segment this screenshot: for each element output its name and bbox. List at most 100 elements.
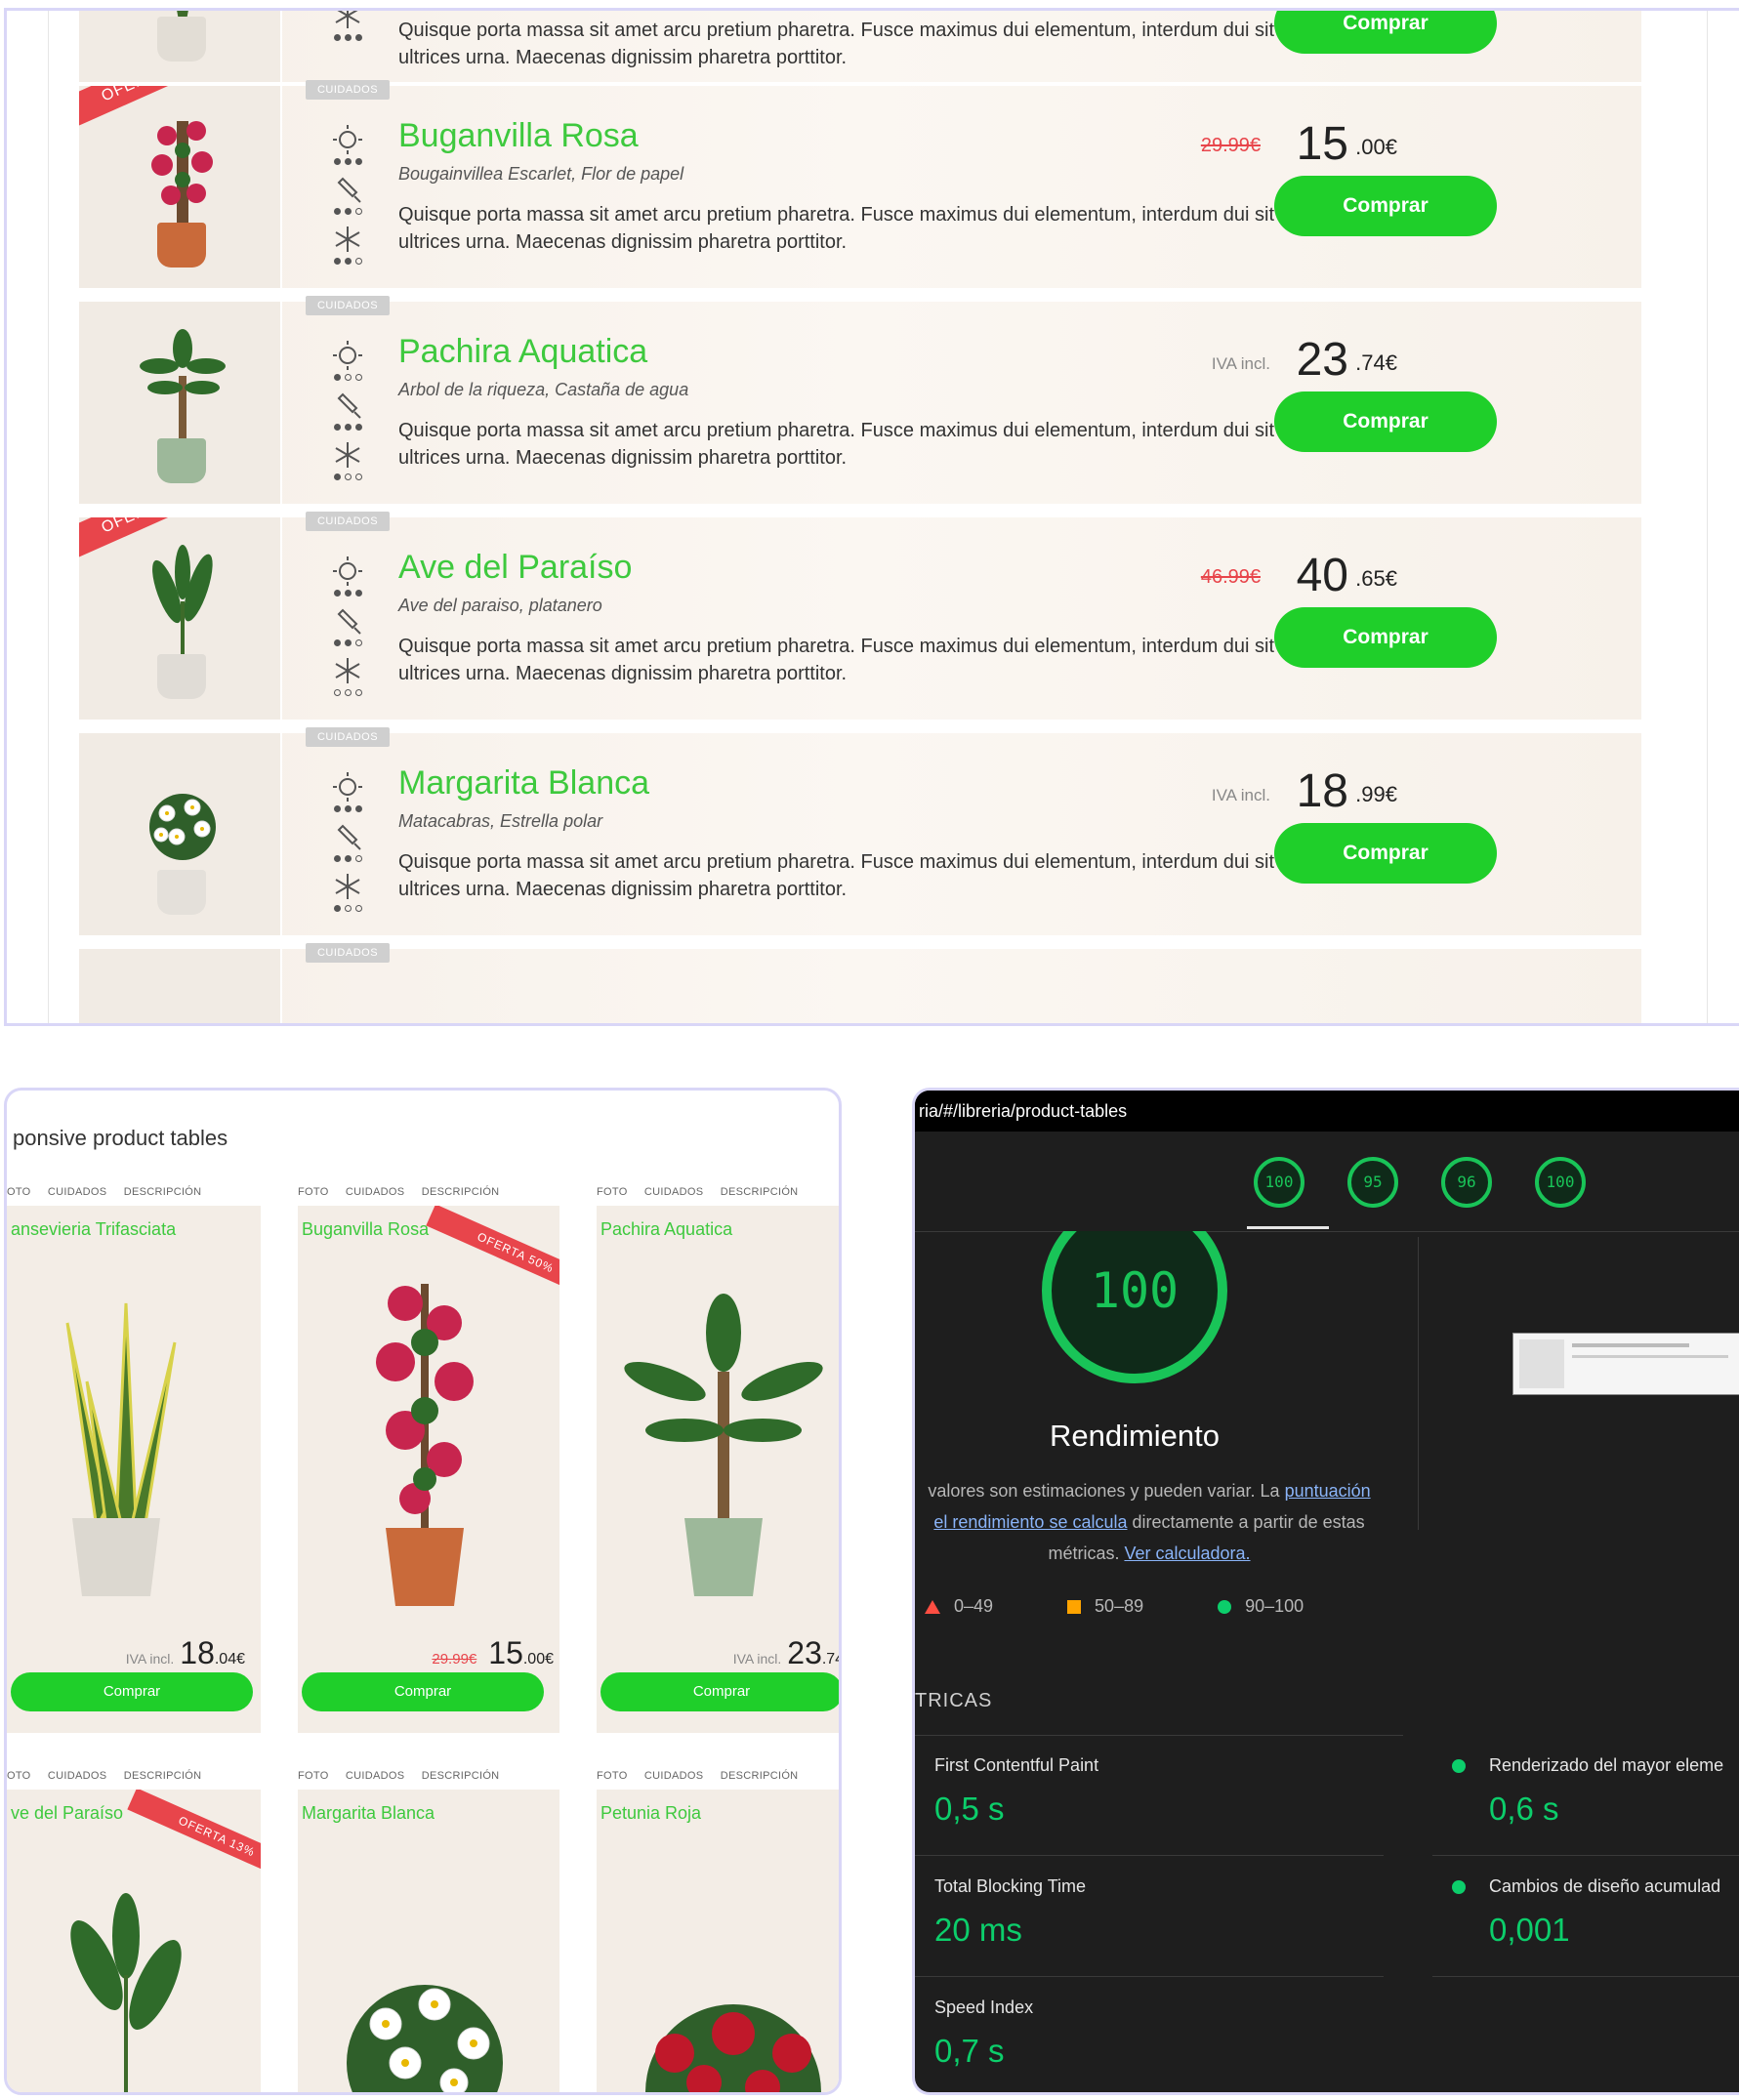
product-name[interactable]: ansevieria Trifasciata bbox=[11, 1219, 176, 1240]
product-name[interactable]: Ave del Paraíso bbox=[398, 549, 632, 587]
plant-illustration bbox=[645, 2004, 821, 2092]
product-common-names: Matacabras, Estrella polar bbox=[398, 811, 603, 831]
pot bbox=[157, 17, 206, 62]
url-bar[interactable]: ria/#/libreria/product-tables bbox=[915, 1091, 1739, 1132]
sun-icon bbox=[333, 125, 362, 154]
legend-fail: 0–49 bbox=[925, 1596, 993, 1617]
calculator-link[interactable]: Ver calculadora. bbox=[1124, 1544, 1250, 1563]
product-name[interactable]: Margarita Blanca bbox=[302, 1803, 435, 1824]
care-level bbox=[318, 689, 377, 696]
score-gauge-performance[interactable]: 100 bbox=[1254, 1157, 1304, 1208]
product-photo bbox=[79, 302, 282, 504]
buy-button[interactable]: Comprar bbox=[11, 1672, 253, 1711]
care-level bbox=[318, 208, 377, 215]
pot bbox=[157, 870, 206, 915]
care-level bbox=[318, 639, 377, 646]
card-tabs[interactable]: OTO CUIDADOS DESCRIPCIÓN bbox=[7, 1186, 201, 1198]
plant-illustration bbox=[151, 121, 213, 228]
price-integer: 18 bbox=[180, 1635, 215, 1670]
iva-label: IVA incl. bbox=[125, 1651, 175, 1667]
plant-illustration bbox=[347, 1985, 503, 2092]
care-icons bbox=[318, 339, 377, 488]
price-decimals: .00€ bbox=[1355, 135, 1397, 159]
note-text: valores son estimaciones y pueden variar… bbox=[928, 1481, 1285, 1501]
score-gauge-seo[interactable]: 100 bbox=[1535, 1157, 1586, 1208]
care-icons bbox=[318, 123, 377, 272]
buy-button[interactable]: Comprar bbox=[1274, 11, 1497, 54]
buy-button[interactable]: Comprar bbox=[1274, 823, 1497, 884]
pot bbox=[157, 438, 206, 483]
price-integer: 15 bbox=[488, 1635, 523, 1670]
product-common-names: Bougainvillea Escarlet, Flor de papel bbox=[398, 164, 684, 184]
responsive-cards-panel: ponsive product tables OTO CUIDADOS DESC… bbox=[4, 1088, 842, 2095]
product-name[interactable]: Pachira Aquatica bbox=[600, 1219, 732, 1240]
card-tabs[interactable]: FOTO CUIDADOS DESCRIPCIÓN bbox=[298, 1186, 499, 1198]
product-name[interactable]: ve del Paraíso bbox=[11, 1803, 123, 1824]
table-row: Quisque porta massa sit amet arcu pretiu… bbox=[79, 11, 1641, 84]
care-level bbox=[318, 158, 377, 165]
buy-button[interactable]: Comprar bbox=[600, 1672, 839, 1711]
product-photo bbox=[79, 949, 282, 1023]
product-name[interactable]: Petunia Roja bbox=[600, 1803, 701, 1824]
card-tabs[interactable]: FOTO CUIDADOS DESCRIPCIÓN bbox=[298, 1770, 499, 1782]
care-level bbox=[318, 374, 377, 381]
category-title: Rendimiento bbox=[1049, 1419, 1221, 1453]
product-name[interactable]: Buganvilla Rosa bbox=[398, 117, 639, 155]
metric-value: 0,001 bbox=[1489, 1912, 1570, 1948]
legend-pass: 90–100 bbox=[1218, 1596, 1304, 1617]
sun-icon bbox=[333, 556, 362, 586]
buy-button[interactable]: Comprar bbox=[302, 1672, 544, 1711]
frost-icon bbox=[335, 874, 360, 899]
metric-value: 20 ms bbox=[934, 1912, 1022, 1948]
calculation-link[interactable]: el rendimiento se calcula bbox=[933, 1512, 1127, 1532]
price-integer: 40 bbox=[1296, 550, 1348, 601]
table-row: CUIDADOS Margarita Blanca Matacabras, Es… bbox=[79, 727, 1641, 937]
care-tag: CUIDADOS bbox=[306, 727, 390, 747]
old-price: 29.99€ bbox=[1200, 135, 1261, 156]
score-link[interactable]: puntuación bbox=[1285, 1481, 1371, 1501]
care-level bbox=[318, 905, 377, 912]
score-explanation: valores son estimaciones y pueden variar… bbox=[915, 1475, 1384, 1569]
old-price: 29.99€ bbox=[432, 1651, 477, 1668]
card-tabs[interactable]: FOTO CUIDADOS DESCRIPCIÓN bbox=[597, 1186, 798, 1198]
care-tag: CUIDADOS bbox=[306, 296, 390, 315]
table-row: CUIDADOS Pachira Aquatica Arbol de la ri… bbox=[79, 296, 1641, 506]
price-decimals: .04€ bbox=[214, 1651, 245, 1668]
score-gauge-best-practices[interactable]: 96 bbox=[1441, 1157, 1492, 1208]
buy-button[interactable]: Comprar bbox=[1274, 607, 1497, 668]
care-icons bbox=[318, 11, 377, 49]
care-icons bbox=[318, 555, 377, 704]
card-tabs[interactable]: FOTO CUIDADOS DESCRIPCIÓN bbox=[597, 1770, 798, 1782]
product-name[interactable]: Margarita Blanca bbox=[398, 764, 649, 803]
product-common-names: Ave del paraiso, platanero bbox=[398, 596, 602, 615]
frost-icon bbox=[335, 226, 360, 252]
plant-illustration bbox=[149, 794, 216, 860]
legend-label: 90–100 bbox=[1245, 1596, 1304, 1616]
product-description: Quisque porta massa sit amet arcu pretiu… bbox=[398, 204, 1329, 253]
score-gauge-accessibility[interactable]: 95 bbox=[1347, 1157, 1398, 1208]
product-name[interactable]: Pachira Aquatica bbox=[398, 333, 647, 371]
sun-icon bbox=[333, 341, 362, 370]
price-integer: 23 bbox=[1296, 334, 1348, 386]
card-body: Buganvilla Rosa OFERTA 50% 29.99€ 15.00€ … bbox=[298, 1206, 559, 1733]
product-name[interactable]: Buganvilla Rosa bbox=[302, 1219, 429, 1240]
card-tabs[interactable]: OTO CUIDADOS DESCRIPCIÓN bbox=[7, 1770, 201, 1782]
metric-label: Total Blocking Time bbox=[934, 1876, 1087, 1896]
legend-average: 50–89 bbox=[1067, 1596, 1143, 1617]
watering-icon bbox=[337, 177, 361, 203]
old-price: 46.99€ bbox=[1200, 566, 1261, 588]
plant-illustration bbox=[152, 545, 213, 660]
frost-icon bbox=[335, 11, 360, 28]
page-screenshot-thumbnail[interactable] bbox=[1512, 1333, 1739, 1395]
buy-button[interactable]: Comprar bbox=[1274, 391, 1497, 452]
card-body: Margarita Blanca bbox=[298, 1790, 559, 2092]
care-level bbox=[318, 424, 377, 431]
plant-illustration bbox=[376, 1284, 474, 1606]
plant-illustration bbox=[140, 329, 226, 444]
product-photo bbox=[79, 733, 282, 935]
page-title: ponsive product tables bbox=[13, 1126, 228, 1150]
product-description: Quisque porta massa sit amet arcu pretiu… bbox=[398, 420, 1329, 469]
buy-button[interactable]: Comprar bbox=[1274, 176, 1497, 236]
product-photo: OFERTA 13% bbox=[79, 517, 282, 720]
care-level bbox=[318, 474, 377, 480]
